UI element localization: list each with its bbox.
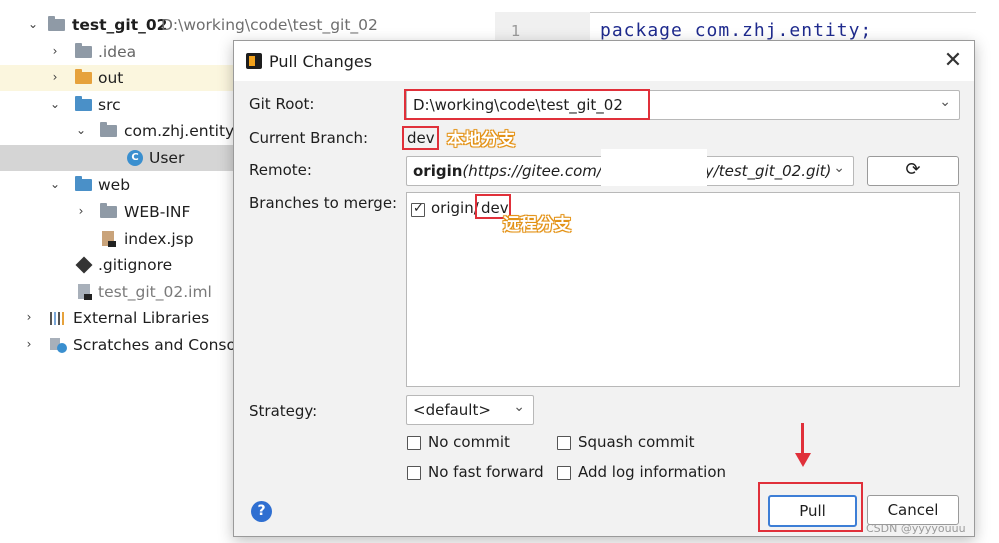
chevron-down-icon: ⌄ xyxy=(513,399,525,415)
red-arrow-icon xyxy=(801,423,804,455)
branch-checkbox[interactable] xyxy=(411,201,425,217)
branch-remote-prefix: origin/ xyxy=(431,199,479,217)
pull-changes-dialog: Pull Changes ✕ Git Root: D:\working\code… xyxy=(233,40,975,537)
chevron-right-icon[interactable]: › xyxy=(22,336,36,352)
current-branch-label: Current Branch: xyxy=(249,129,369,147)
cancel-button[interactable]: Cancel xyxy=(867,495,959,525)
tree-item-label: index.jsp xyxy=(124,230,194,248)
dialog-titlebar: Pull Changes ✕ xyxy=(234,41,974,81)
module-folder-icon xyxy=(48,16,66,33)
source-folder-icon xyxy=(75,96,93,113)
iml-file-icon xyxy=(78,284,96,300)
strategy-label: Strategy: xyxy=(249,402,318,420)
tree-item-user[interactable]: C User xyxy=(0,145,237,171)
root-name: test_git_02 xyxy=(72,16,168,34)
chevron-down-icon[interactable]: ⌄ xyxy=(26,16,40,32)
tree-item-label: WEB-INF xyxy=(124,203,191,221)
chevron-right-icon[interactable]: › xyxy=(22,309,36,325)
chevron-down-icon: ⌄ xyxy=(833,160,845,176)
tree-item-label: .idea xyxy=(98,43,137,61)
refresh-button[interactable]: ⟳ xyxy=(867,156,959,186)
class-icon: C xyxy=(127,150,145,166)
editor-area: 1 package com.zhj.entity; xyxy=(495,0,999,41)
code-line: package com.zhj.entity; xyxy=(600,20,873,41)
tree-item-label: External Libraries xyxy=(73,309,210,327)
tree-item-label: web xyxy=(98,176,131,194)
git-root-label: Git Root: xyxy=(249,95,315,113)
highlight-git-root xyxy=(404,89,650,120)
chevron-down-icon[interactable]: ⌄ xyxy=(48,176,62,192)
tree-root[interactable]: ⌄ test_git_02 D:\working\code\test_git_0… xyxy=(0,12,495,38)
squash-commit-label: Squash commit xyxy=(578,433,695,451)
close-icon[interactable]: ✕ xyxy=(941,49,965,73)
chevron-right-icon[interactable]: › xyxy=(48,43,62,59)
folder-icon xyxy=(100,203,118,220)
web-folder-icon xyxy=(75,176,93,193)
chevron-right-icon[interactable]: › xyxy=(74,203,88,219)
branches-to-merge-label: Branches to merge: xyxy=(249,194,398,212)
add-log-label: Add log information xyxy=(578,463,727,481)
line-number: 1 xyxy=(511,22,521,40)
branches-list: origin/ dev xyxy=(406,192,960,387)
no-fast-forward-checkbox[interactable] xyxy=(407,466,421,480)
no-commit-label: No commit xyxy=(428,433,510,451)
watermark: CSDN @yyyyouuu xyxy=(866,522,966,535)
tree-item-label: com.zhj.entity xyxy=(124,122,235,140)
refresh-icon: ⟳ xyxy=(905,159,921,180)
no-commit-checkbox[interactable] xyxy=(407,436,421,450)
tree-item-label: src xyxy=(98,96,121,114)
scratches-icon xyxy=(49,337,67,353)
pull-button[interactable]: Pull xyxy=(768,495,857,527)
editor-divider xyxy=(590,12,976,13)
highlight-current-branch xyxy=(402,126,439,150)
strategy-select[interactable]: <default> ⌄ xyxy=(406,395,534,425)
redaction-box xyxy=(601,149,707,186)
remote-label: Remote: xyxy=(249,161,312,179)
folder-icon xyxy=(75,43,93,60)
root-path: D:\working\code\test_git_02 xyxy=(161,16,378,34)
strategy-value: <default> xyxy=(413,401,491,419)
chevron-right-icon[interactable]: › xyxy=(48,69,62,85)
red-arrow-head-icon xyxy=(795,453,811,467)
package-icon xyxy=(100,122,118,139)
editor-gutter: 1 xyxy=(495,12,590,40)
jsp-file-icon xyxy=(102,231,120,247)
tree-item-label: User xyxy=(149,149,185,167)
chevron-down-icon[interactable]: ⌄ xyxy=(74,122,88,138)
remote-branch-annotation: 远程分支 xyxy=(503,215,571,235)
chevron-down-icon: ⌄ xyxy=(939,94,951,110)
libraries-icon xyxy=(49,310,67,326)
squash-commit-checkbox[interactable] xyxy=(557,436,571,450)
screenshot: ⌄ test_git_02 D:\working\code\test_git_0… xyxy=(0,0,999,543)
chevron-down-icon[interactable]: ⌄ xyxy=(48,96,62,112)
tree-item-label: .gitignore xyxy=(98,256,173,274)
local-branch-annotation: 本地分支 xyxy=(447,130,515,150)
add-log-checkbox[interactable] xyxy=(557,466,571,480)
excluded-folder-icon xyxy=(75,69,93,86)
tree-item-label: Scratches and Consoles xyxy=(73,336,258,354)
no-fast-forward-label: No fast forward xyxy=(428,463,544,481)
dialog-title: Pull Changes xyxy=(269,52,373,71)
tree-item-label: out xyxy=(98,69,124,87)
tree-item-label: test_git_02.iml xyxy=(98,283,212,301)
git-diamond-icon xyxy=(75,256,94,274)
help-icon[interactable]: ? xyxy=(251,501,272,522)
intellij-app-icon xyxy=(246,53,262,69)
